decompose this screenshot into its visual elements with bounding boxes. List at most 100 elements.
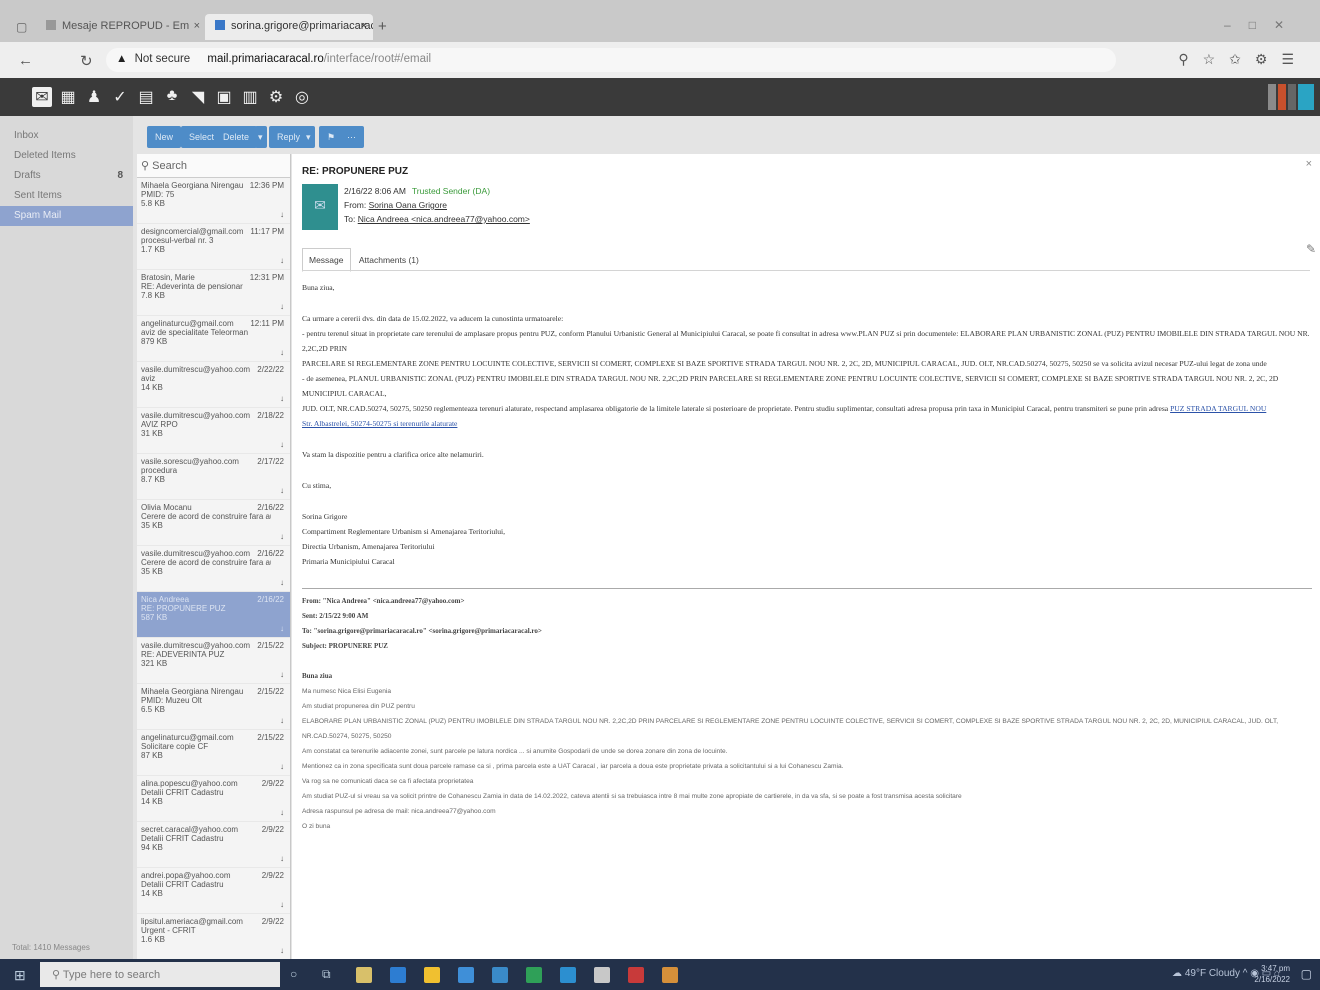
window-controls[interactable]: –□✕	[1224, 18, 1302, 32]
list-item[interactable]: vasile.dumitrescu@yahoo.com 2/18/22 AVIZ R…	[137, 408, 290, 454]
calendar-icon[interactable]: ▦	[58, 87, 78, 107]
clock-date: 2/16/2022	[1254, 975, 1290, 984]
tab-favicon-icon	[215, 20, 225, 30]
address-link[interactable]: Str. Albastrelei, 50274-50275 si terenur…	[302, 419, 457, 428]
list-item[interactable]: Mihaela Georgiana Nirengau 12:36 PM PMID: …	[137, 178, 290, 224]
edge-icon[interactable]	[390, 967, 406, 983]
search-icon: ⚲	[52, 969, 61, 981]
help-icon[interactable]: ◎	[292, 87, 312, 107]
new-button[interactable]: New	[147, 126, 182, 148]
app-icon[interactable]	[356, 967, 372, 983]
app-icon[interactable]	[492, 967, 508, 983]
folder-sent[interactable]: Sent Items	[0, 186, 133, 206]
message-size: 31 KB	[141, 429, 163, 438]
list-item[interactable]: vasile.dumitrescu@yahoo.com 2/16/22 Cerere…	[137, 546, 290, 592]
message-from: vasile.dumitrescu@yahoo.com	[141, 365, 251, 374]
quoted-subject: Subject: PROPUNERE PUZ	[302, 642, 388, 650]
list-item[interactable]: angelinaturcu@gmail.com 12:11 PM aviz de s…	[137, 316, 290, 362]
list-item[interactable]: angelinaturcu@gmail.com 2/15/22 Solicitare…	[137, 730, 290, 776]
search-input[interactable]: ⚲ Search	[137, 154, 290, 178]
message-size: 6.5 KB	[141, 705, 166, 714]
message-from: vasile.dumitrescu@yahoo.com	[141, 411, 251, 420]
quoted-separator	[302, 588, 1312, 589]
list-item[interactable]: designcomercial@gmail.com 11:17 PM procesu…	[137, 224, 290, 270]
file-storage-icon[interactable]: ▣	[214, 87, 234, 107]
new-tab-icon[interactable]: +	[378, 18, 387, 35]
app-icon[interactable]	[560, 967, 576, 983]
windows-start-icon[interactable]: ⊞	[14, 967, 26, 984]
tab-close-icon[interactable]: ×	[194, 20, 200, 32]
tab-message[interactable]: Message	[302, 248, 351, 272]
list-item[interactable]: andrei.popa@yahoo.com 2/9/22 Detalii CFRIT…	[137, 868, 290, 914]
explorer-icon[interactable]	[424, 967, 440, 983]
reports-icon[interactable]: ▥	[240, 87, 260, 107]
download-icon: ↓	[280, 808, 284, 817]
browser-tab-2[interactable]: sorina.grigore@primariacaracal.ro ×	[205, 14, 373, 40]
acrobat-icon[interactable]	[628, 967, 644, 983]
browser-tab-1[interactable]: Mesaje REPROPUD - Em ×	[36, 14, 206, 40]
list-item[interactable]: Olivia Mocanu 2/16/22 Cerere de acord de c…	[137, 500, 290, 546]
folder-inbox[interactable]: Inbox	[0, 126, 133, 146]
clock[interactable]: 3:47 pm 2/16/2022	[1254, 963, 1290, 985]
edit-icon[interactable]: ✎	[1306, 242, 1316, 256]
message-from: angelinaturcu@gmail.com	[141, 733, 234, 742]
puz-link[interactable]: PUZ STRADA TARGUL NOU	[1170, 404, 1266, 413]
body-paragraph-2c: - de asemenea, PLANUL URBANISTIC ZONAL (…	[302, 374, 1279, 398]
quoted-greeting: Buna ziua	[302, 672, 333, 680]
mail-icon[interactable]: ✉	[32, 87, 52, 107]
taskbar-search[interactable]: ⚲ Type here to search	[40, 962, 280, 987]
message-time: 12:31 PM	[249, 273, 284, 282]
message-tabs: Message Attachments (1)	[302, 248, 425, 272]
tab-attachments[interactable]: Attachments (1)	[353, 249, 425, 271]
address-bar[interactable]: ▲ Not secure mail.primariacaracal.ro/int…	[106, 48, 1116, 72]
delete-dropdown-icon[interactable]: ▾	[255, 126, 267, 148]
message-time: 2/16/22	[257, 549, 284, 558]
list-item[interactable]: alina.popescu@yahoo.com 2/9/22 Detalii CFR…	[137, 776, 290, 822]
user-menu[interactable]	[1266, 84, 1314, 115]
mail-app-icon[interactable]	[458, 967, 474, 983]
list-item[interactable]: vasile.dumitrescu@yahoo.com 2/22/22 aviz 14…	[137, 362, 290, 408]
app-icon[interactable]	[594, 967, 610, 983]
reload-icon[interactable]: ↻	[80, 52, 93, 70]
reply-dropdown-icon[interactable]: ▾	[303, 126, 315, 148]
list-item[interactable]: lipsitul.ameriaca@gmail.com 2/9/22 Urgent …	[137, 914, 290, 959]
app-icon[interactable]	[662, 967, 678, 983]
back-icon[interactable]: ←	[18, 52, 33, 69]
download-icon: ↓	[280, 532, 284, 541]
more-icon[interactable]: ⋯	[339, 126, 364, 148]
list-item[interactable]: Mihaela Georgiana Nirengau 2/15/22 PMID: M…	[137, 684, 290, 730]
tasks-icon[interactable]: ✓	[110, 87, 130, 107]
excel-icon[interactable]	[526, 967, 542, 983]
window-icon[interactable]: ▢	[16, 20, 27, 34]
body-paragraph-3: Va stam la dispozitie pentru a clarifica…	[302, 450, 484, 459]
task-view-icon[interactable]: ⧉	[322, 967, 338, 983]
to-address-link[interactable]: Nica Andreea <nica.andreea77@yahoo.com>	[358, 214, 530, 224]
message-from: angelinaturcu@gmail.com	[141, 319, 234, 328]
list-item[interactable]: Nica Andreea 2/16/22 RE: PROPUNERE PUZ 587 …	[137, 592, 290, 638]
message-time: 2/9/22	[261, 825, 284, 834]
message-time: 2/9/22	[261, 779, 284, 788]
from-name-link[interactable]: Sorina Oana Grigore	[369, 200, 447, 210]
notes-icon[interactable]: ▤	[136, 87, 156, 107]
contacts-icon[interactable]: ♟	[84, 87, 104, 107]
quoted-to: To: "sorina.grigore@primariacaracal.ro" …	[302, 627, 542, 635]
folder-drafts[interactable]: Drafts 8	[0, 166, 133, 186]
message-from: lipsitul.ameriaca@gmail.com	[141, 917, 243, 926]
list-item[interactable]: vasile.dumitrescu@yahoo.com 2/15/22 RE: AD…	[137, 638, 290, 684]
list-item[interactable]: secret.caracal@yahoo.com 2/9/22 Detalii CF…	[137, 822, 290, 868]
browser-toolbar-icons[interactable]: ⚲☆✩⚙☰	[1178, 51, 1308, 68]
message-subject-preview: Urgent - CFRIT	[141, 926, 196, 935]
notification-icon[interactable]: ▢	[1301, 967, 1312, 981]
settings-icon[interactable]: ⚙	[266, 87, 286, 107]
folder-spam[interactable]: Spam Mail	[0, 206, 133, 226]
tab-title: sorina.grigore@primariacaracal.ro	[231, 20, 373, 32]
sitemap-icon[interactable]: ♣	[162, 87, 182, 105]
list-item[interactable]: vasile.sorescu@yahoo.com 2/17/22 procedura…	[137, 454, 290, 500]
rss-icon[interactable]: ◥	[188, 87, 208, 107]
cortana-icon[interactable]: ○	[290, 967, 306, 983]
close-icon[interactable]: ×	[1306, 158, 1312, 170]
list-item[interactable]: Bratosin, Marie 12:31 PM RE: Adeverinta de…	[137, 270, 290, 316]
tab-close-icon[interactable]: ×	[361, 20, 367, 32]
folder-deleted[interactable]: Deleted Items	[0, 146, 133, 166]
delete-button[interactable]: Delete	[215, 126, 258, 148]
